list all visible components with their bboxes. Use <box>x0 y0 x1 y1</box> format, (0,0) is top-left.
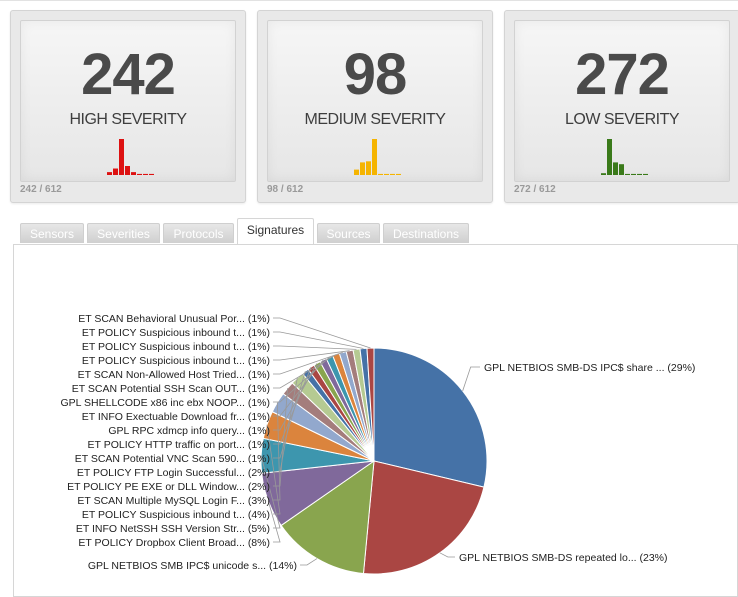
sparkline-bar <box>360 162 365 175</box>
severity-sparkline <box>107 139 154 175</box>
tab-protocols[interactable]: Protocols <box>163 223 234 243</box>
sparkline-bar <box>396 173 401 175</box>
card-body: 272 LOW SEVERITY <box>514 20 730 182</box>
signatures-pie-chart: GPL NETBIOS SMB-DS IPC$ share ... (29%) G… <box>61 313 695 575</box>
pie-connector <box>273 345 357 350</box>
pie-slice-label: ET SCAN Multiple MySQL Login F... (3%) <box>77 495 270 507</box>
sparkline-bar <box>601 173 606 175</box>
card-body: 242 HIGH SEVERITY <box>20 20 236 182</box>
sparkline-bar <box>631 173 636 175</box>
sparkline-bar <box>131 172 136 175</box>
top-divider <box>0 0 738 4</box>
severity-count: 242 <box>81 42 176 107</box>
severity-label: LOW SEVERITY <box>564 111 680 128</box>
pie-slice-label: GPL SHELLCODE x86 inc ebx NOOP... (1%) <box>61 397 271 409</box>
pie-slice-label: ET POLICY Suspicious inbound t... (1%) <box>82 341 270 353</box>
pie-slice-label: ET SCAN Potential SSH Scan OUT... (1%) <box>72 383 270 395</box>
severity-count: 272 <box>575 42 670 107</box>
tab-bar: Sensors Severities Protocols Signatures … <box>20 218 720 244</box>
sparkline-bar <box>613 162 618 175</box>
sparkline-bar <box>637 173 642 175</box>
pie-slice-label: ET POLICY HTTP traffic on port... (1%) <box>88 439 270 451</box>
pie-connector <box>300 558 318 566</box>
pie-slice-label: ET SCAN Behavioral Unusual Por... (1%) <box>78 313 270 325</box>
tab-destinations[interactable]: Destinations <box>383 223 469 243</box>
pie-slice-label: ET POLICY PE EXE or DLL Window... (2%) <box>67 481 270 493</box>
severity-ratio: 272 / 612 <box>514 184 556 195</box>
severity-count: 98 <box>343 42 408 107</box>
severity-ratio: 242 / 612 <box>20 184 62 195</box>
sparkline-bar <box>390 173 395 175</box>
sparkline-bar <box>378 173 383 175</box>
signatures-panel: GPL NETBIOS SMB-DS IPC$ share ... (29%) G… <box>13 244 738 597</box>
pie-slice-label: ET INFO NetSSH SSH Version Str... (5%) <box>76 523 270 535</box>
pie-slice-label: ET INFO Exectuable Download fr... (1%) <box>82 411 270 423</box>
high-severity-card[interactable]: 242 HIGH SEVERITY 242 / 612 <box>10 10 246 203</box>
pie-slice-label: GPL NETBIOS SMB IPC$ unicode s... (14%) <box>88 560 297 572</box>
tab-severities[interactable]: Severities <box>87 223 160 243</box>
pie-slice-label: ET POLICY Suspicious inbound t... (1%) <box>82 355 270 367</box>
card-body: 98 MEDIUM SEVERITY <box>267 20 483 182</box>
tab-signatures[interactable]: Signatures <box>237 218 314 244</box>
pie-connector <box>273 317 371 349</box>
pie-slice-label: GPL NETBIOS SMB-DS IPC$ share ... (29%) <box>484 362 695 374</box>
pie-slice-label: ET POLICY FTP Login Successful... (2%) <box>77 467 270 479</box>
sparkline-bar <box>113 168 118 175</box>
pie-connector <box>462 366 480 392</box>
pie-slice-label: ET SCAN Potential VNC Scan 590... (1%) <box>75 453 270 465</box>
sparkline-bar <box>607 139 612 175</box>
sparkline-bar <box>625 173 630 175</box>
sparkline-bar <box>119 139 124 175</box>
severity-label: HIGH SEVERITY <box>69 111 187 128</box>
sparkline-bar <box>107 172 112 175</box>
pie-slice-label: GPL NETBIOS SMB-DS repeated lo... (23%) <box>459 552 668 564</box>
sparkline-bar <box>619 164 624 175</box>
severity-label: MEDIUM SEVERITY <box>304 111 446 128</box>
severity-ratio: 98 / 612 <box>267 184 304 195</box>
medium-severity-card[interactable]: 98 MEDIUM SEVERITY 98 / 612 <box>257 10 493 203</box>
sparkline-bar <box>137 173 142 175</box>
severity-sparkline <box>354 139 401 175</box>
pie-slice-label: ET POLICY Suspicious inbound t... (4%) <box>82 509 270 521</box>
pie-slice-label: GPL RPC xdmcp info query... (1%) <box>108 425 270 437</box>
sparkline-bar <box>143 173 148 175</box>
sparkline-bar <box>149 173 154 175</box>
sparkline-bar <box>643 173 648 175</box>
low-severity-card[interactable]: 272 LOW SEVERITY 272 / 612 <box>504 10 738 203</box>
severity-sparkline <box>601 139 648 175</box>
tab-sources[interactable]: Sources <box>317 223 380 243</box>
sparkline-bar <box>354 169 359 175</box>
pie-slice-label: ET POLICY Suspicious inbound t... (1%) <box>82 327 270 339</box>
sparkline-bar <box>366 161 371 175</box>
tab-sensors[interactable]: Sensors <box>20 223 84 243</box>
sparkline-bar <box>125 166 130 175</box>
sparkline-bar <box>384 173 389 175</box>
sparkline-bar <box>372 139 377 175</box>
pie-connector <box>439 552 455 558</box>
pie-slice-label: ET POLICY Dropbox Client Broad... (8%) <box>78 537 270 549</box>
pie-slice-label: ET SCAN Non-Allowed Host Tried... (1%) <box>78 369 270 381</box>
